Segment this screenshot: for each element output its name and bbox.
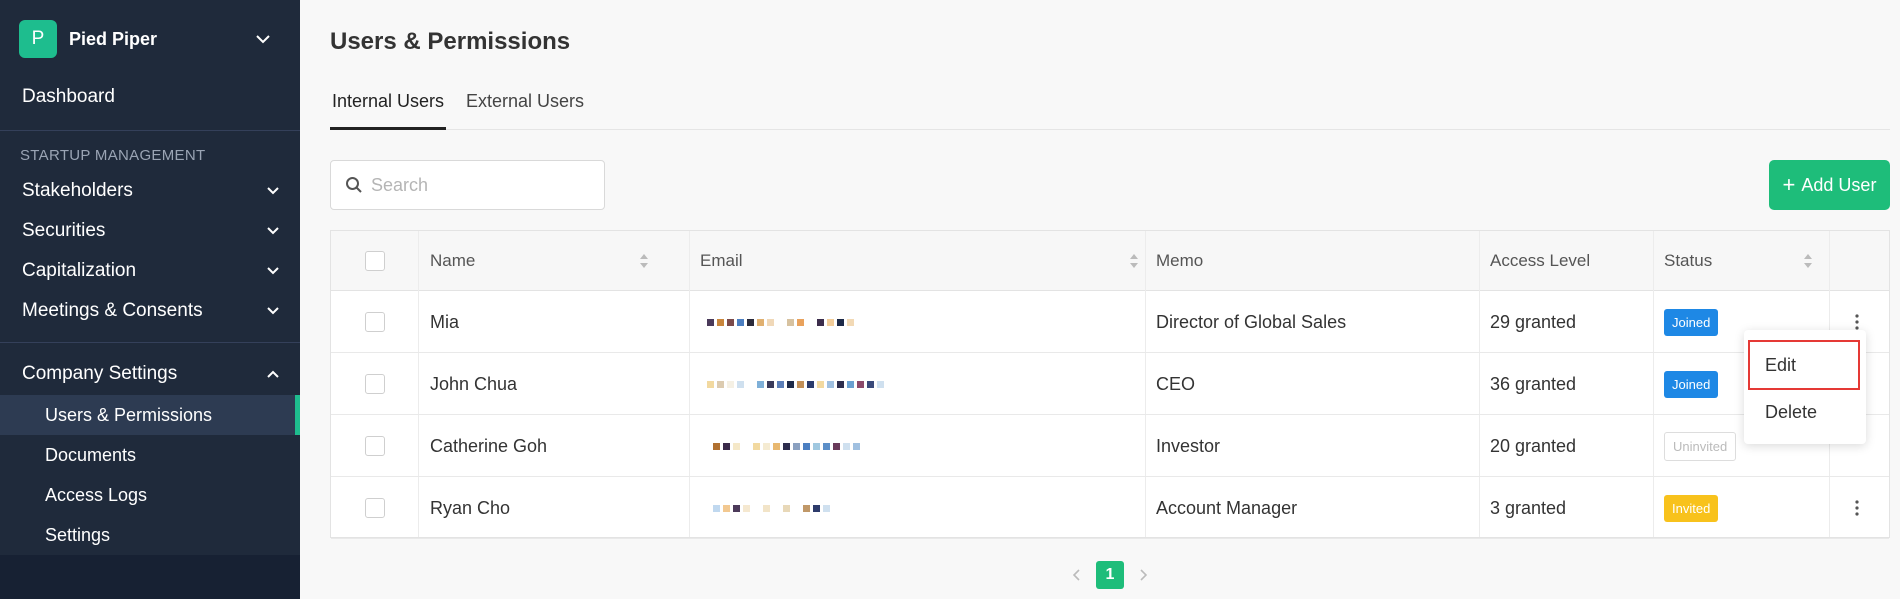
column-header-label: Status [1664,251,1713,270]
chevron-down-icon [267,267,279,275]
column-header-label: Name [430,251,476,270]
user-email-redacted [713,415,860,477]
sidebar-item-label: Capitalization [22,260,137,281]
sidebar-item-documents[interactable]: Documents [0,435,300,475]
tab-internal-users[interactable]: Internal Users [330,86,447,130]
sidebar-item-meetings[interactable]: Meetings & Consents [22,300,282,322]
chevron-right-icon[interactable] [1136,568,1150,582]
tab-external-users[interactable]: External Users [464,86,586,130]
status-badge: Invited [1664,494,1719,522]
sort-icon [1804,254,1812,268]
sidebar-item-company-settings[interactable]: Company Settings [22,363,282,385]
sidebar-item-label: Securities [22,220,106,241]
user-email-redacted [707,353,884,415]
user-name: Catherine Goh [430,435,548,456]
menu-item-edit[interactable]: Edit [1748,340,1860,390]
page-number-current[interactable]: 1 [1096,561,1124,589]
sidebar-item-label: Meetings & Consents [22,300,203,321]
column-header-memo: Memo [1156,251,1204,270]
user-memo: CEO [1156,373,1196,394]
table-row[interactable]: John Chua CEO 36 granted Joined [331,353,1889,415]
select-all-checkbox-cell [365,231,385,291]
column-header-access-level: Access Level [1490,251,1591,270]
user-access-level: 3 granted [1490,497,1567,518]
sidebar-divider [0,342,300,343]
tab-bar: Internal Users External Users [330,86,1890,130]
chevron-down-icon [267,307,279,315]
pagination: 1 [1070,560,1150,590]
status-badge: Joined [1664,370,1719,398]
user-memo: Director of Global Sales [1156,311,1347,332]
sidebar-item-label: Company Settings [22,363,178,384]
org-switcher[interactable]: P Pied Piper [19,19,279,59]
column-header-status[interactable]: Status [1664,231,1814,291]
sidebar-item-dashboard[interactable]: Dashboard [22,86,115,108]
column-header-email[interactable]: Email [700,231,1140,291]
plus-icon: + [1782,172,1796,197]
sort-icon [1130,254,1138,268]
table-row[interactable]: Catherine Goh Investor 20 granted Uninvi… [331,415,1889,477]
row-checkbox[interactable] [365,312,385,332]
page-title: Users & Permissions [330,28,571,55]
user-name: Mia [430,311,460,332]
chevron-left-icon[interactable] [1070,568,1084,582]
user-name: Ryan Cho [430,497,511,518]
more-options-icon[interactable] [1855,313,1859,331]
chevron-down-icon [267,187,279,195]
sidebar-item-stakeholders[interactable]: Stakeholders [22,180,282,202]
sidebar-item-access-logs[interactable]: Access Logs [0,475,300,515]
user-memo: Account Manager [1156,497,1298,518]
row-checkbox[interactable] [365,498,385,518]
column-header-name[interactable]: Name [430,231,650,291]
users-table: Name Email Memo Access Level Status Mia … [330,230,1890,539]
sidebar-footer [0,555,300,599]
user-email-redacted [707,291,854,353]
sidebar: P Pied Piper Dashboard STARTUP MANAGEMEN… [0,0,300,599]
more-options-icon[interactable] [1855,499,1859,517]
row-checkbox[interactable] [365,436,385,456]
sidebar-item-capitalization[interactable]: Capitalization [22,260,282,282]
search-input[interactable] [371,174,591,196]
sort-icon [640,254,648,268]
org-logo: P [19,20,57,58]
sidebar-item-users-permissions[interactable]: Users & Permissions [0,395,300,435]
search-icon [346,177,362,193]
table-row[interactable]: Mia Director of Global Sales 29 granted … [331,291,1889,353]
row-context-menu: Edit Delete [1744,330,1866,444]
chevron-down-icon [256,35,270,44]
add-user-button[interactable]: + Add User [1769,160,1890,210]
sidebar-item-settings[interactable]: Settings [0,515,300,555]
menu-item-delete[interactable]: Delete [1744,390,1866,434]
sidebar-item-securities[interactable]: Securities [22,220,282,242]
add-user-label: Add User [1801,174,1877,195]
user-name: John Chua [430,373,518,394]
user-access-level: 29 granted [1490,311,1577,332]
row-checkbox[interactable] [365,374,385,394]
status-badge: Uninvited [1664,431,1737,461]
status-badge: Joined [1664,308,1719,336]
table-row[interactable]: Ryan Cho Account Manager 3 granted Invit… [331,477,1889,539]
section-label: STARTUP MANAGEMENT [20,147,206,164]
user-email-redacted [713,477,830,539]
user-access-level: 20 granted [1490,435,1577,456]
chevron-down-icon [267,227,279,235]
user-access-level: 36 granted [1490,373,1577,394]
org-name: Pied Piper [69,28,158,49]
sidebar-divider [0,130,300,131]
search-box[interactable] [330,160,605,210]
user-memo: Investor [1156,435,1221,456]
select-all-checkbox[interactable] [365,251,385,271]
table-header: Name Email Memo Access Level Status [331,231,1889,291]
chevron-up-icon [267,370,279,378]
column-header-label: Email [700,251,743,270]
sidebar-item-label: Stakeholders [22,180,133,201]
